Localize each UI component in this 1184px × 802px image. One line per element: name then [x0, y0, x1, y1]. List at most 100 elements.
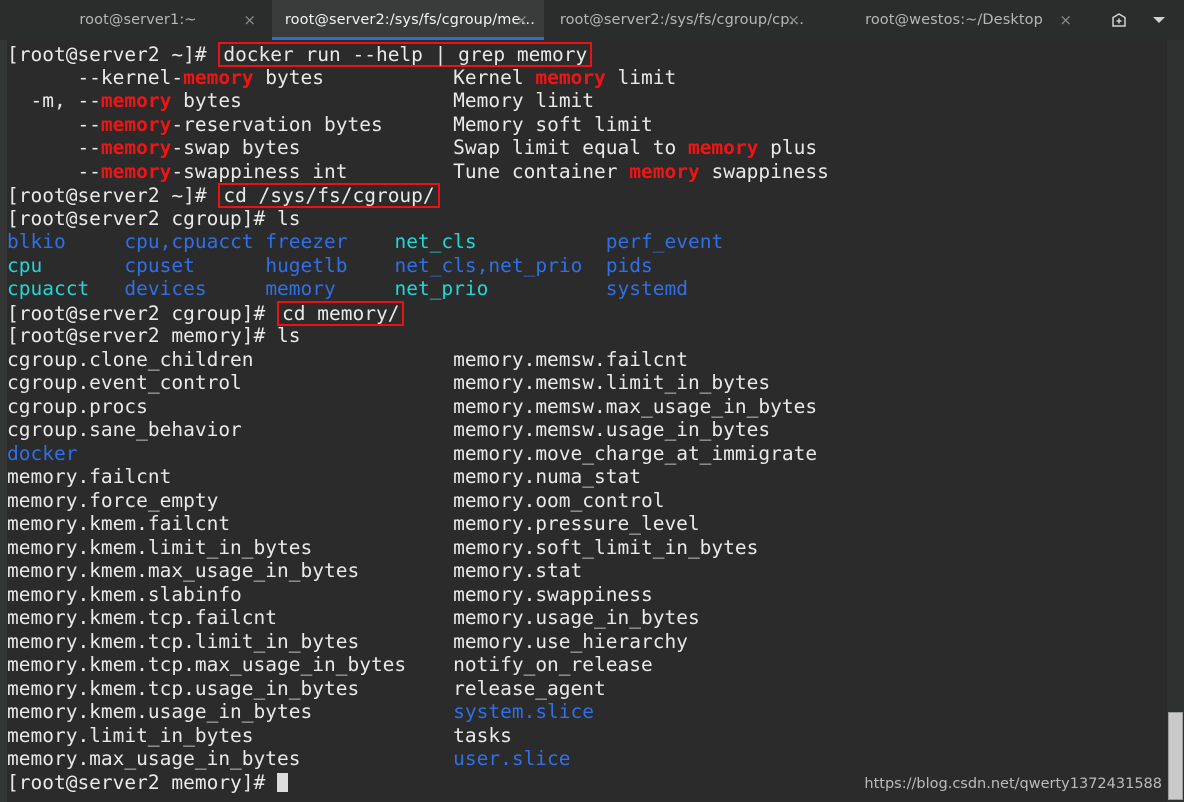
new-tab-icon[interactable]	[1108, 9, 1130, 31]
ls-entry: memory.kmem.tcp.usage_in_bytes	[7, 676, 360, 700]
memory-listing: cgroup.clone_children memory.memsw.failc…	[7, 348, 1167, 771]
close-icon[interactable]: ×	[243, 12, 256, 28]
grep-output-line: -m, --memory bytes Memory limit	[7, 89, 1167, 113]
memory-listing-row: memory.kmem.usage_in_bytes system.slice	[7, 700, 1167, 724]
shell-prompt: [root@server2 cgroup]#	[7, 301, 278, 325]
grep-match: memory	[629, 159, 700, 183]
tab-label: root@westos:~/Desktop	[865, 12, 1043, 28]
column-gap	[312, 700, 453, 723]
grep-match: memory	[100, 89, 172, 112]
terminal-text-area[interactable]: [root@server2 ~]# docker run --help | gr…	[7, 40, 1167, 802]
grep-output-line: --memory-reservation bytes Memory soft l…	[7, 113, 1167, 137]
ls-entry: memory.use_hierarchy	[453, 629, 688, 653]
ls-entry: system.slice	[453, 700, 595, 723]
tab-label: root@server2:/sys/fs/cgroup/me…	[284, 12, 536, 28]
grep-line-right: Memory soft limit	[453, 112, 653, 136]
tab-0[interactable]: root@server1:~ ×	[0, 0, 272, 40]
memory-listing-row: docker memory.move_charge_at_immigrate	[7, 442, 1167, 466]
memory-listing-row: memory.kmem.failcnt memory.pressure_leve…	[7, 512, 1167, 536]
ls-entry: memory.memsw.failcnt	[453, 347, 688, 371]
grep-line-left: --	[7, 112, 101, 136]
tab-2[interactable]: root@server2:/sys/fs/cgroup/cp… ×	[544, 0, 816, 40]
command-line-cd-memory: [root@server2 cgroup]# cd memory/	[7, 300, 1167, 326]
grep-line-left-tail: -swappiness int	[171, 159, 348, 183]
ls-entry: net_cls	[394, 230, 477, 253]
column-gap	[66, 230, 125, 253]
column-gap	[359, 559, 453, 582]
scrollbar-track[interactable]	[1167, 40, 1184, 802]
ls-entry: cgroup.procs	[7, 394, 148, 418]
cgroup-listing-row: blkio cpu,cpuacct freezer net_cls perf_e…	[7, 230, 1167, 254]
memory-listing-row: memory.limit_in_bytes tasks	[7, 724, 1167, 748]
tab-1[interactable]: root@server2:/sys/fs/cgroup/me… ×	[272, 0, 544, 40]
ls-entry: memory.numa_stat	[453, 465, 641, 488]
ls-entry: memory.memsw.usage_in_bytes	[453, 418, 771, 441]
grep-line-left: --	[7, 159, 101, 183]
memory-listing-row: memory.kmem.tcp.max_usage_in_bytes notif…	[7, 653, 1167, 677]
ls-entry: memory.max_usage_in_bytes	[7, 747, 301, 770]
grep-line-left: -m, --	[7, 89, 101, 112]
cgroup-listing-row: cpuacct devices memory net_prio systemd	[7, 277, 1167, 301]
shell-prompt: [root@server2 cgroup]#	[7, 206, 278, 230]
ls-entry: memory.kmem.tcp.max_usage_in_bytes	[7, 653, 407, 676]
grep-line-right: Kernel	[453, 65, 536, 89]
column-gap	[406, 653, 453, 676]
close-icon[interactable]: ×	[515, 12, 528, 28]
tab-3[interactable]: root@westos:~/Desktop ×	[816, 0, 1088, 40]
shell-prompt: [root@server2 memory]#	[7, 770, 278, 794]
column-gap	[230, 512, 453, 535]
column-gap	[336, 277, 395, 300]
tab-label: root@server2:/sys/fs/cgroup/cp…	[559, 12, 805, 28]
column-gap	[242, 371, 453, 394]
tabbar-actions	[1102, 0, 1184, 40]
memory-listing-row: memory.kmem.slabinfo memory.swappiness	[7, 583, 1167, 607]
close-icon[interactable]: ×	[1059, 12, 1072, 28]
column-gap	[195, 254, 265, 277]
memory-listing-row: cgroup.sane_behavior memory.memsw.usage_…	[7, 418, 1167, 442]
ls-entry: hugetlb	[265, 253, 348, 277]
memory-listing-row: memory.kmem.tcp.usage_in_bytes release_a…	[7, 677, 1167, 701]
ls-entry: memory.kmem.max_usage_in_bytes	[7, 559, 360, 582]
ls-entry: systemd	[605, 277, 688, 300]
chevron-down-icon[interactable]	[1148, 9, 1170, 31]
column-gap	[254, 230, 266, 253]
ls-entry: cgroup.sane_behavior	[7, 418, 242, 441]
grep-line-left-tail: -reservation bytes	[171, 112, 383, 136]
column-gap	[348, 254, 395, 277]
column-gap	[42, 254, 124, 277]
memory-listing-row: cgroup.clone_children memory.memsw.failc…	[7, 348, 1167, 372]
terminal-screen[interactable]: [root@server2 ~]# docker run --help | gr…	[0, 40, 1184, 802]
grep-line-left-tail: bytes	[171, 89, 242, 112]
shell-prompt: [root@server2 ~]#	[7, 43, 219, 66]
command-line-ls-memory: [root@server2 memory]# ls	[7, 324, 1167, 348]
shell-prompt: [root@server2 ~]#	[7, 184, 219, 207]
ls-entry: memory.swappiness	[453, 582, 653, 606]
terminal-window: root@server1:~ × root@server2:/sys/fs/cgro…	[0, 0, 1184, 802]
typed-command-cd-memory: cd memory/	[277, 300, 405, 326]
tabbar-spacer	[1088, 0, 1102, 40]
ls-entry: memory.memsw.max_usage_in_bytes	[453, 394, 818, 418]
column-gap	[347, 230, 394, 253]
column-gap	[254, 348, 454, 371]
tab-bar: root@server1:~ × root@server2:/sys/fs/cgro…	[0, 0, 1184, 40]
column-gap	[359, 630, 453, 653]
ls-entry: memory.force_empty	[7, 488, 219, 512]
ls-entry: net_prio	[394, 277, 489, 300]
ls-entry: user.slice	[453, 747, 571, 770]
cgroup-listing-row: cpu cpuset hugetlb net_cls,net_prio pids	[7, 254, 1167, 278]
memory-listing-row: memory.force_empty memory.oom_control	[7, 489, 1167, 513]
grep-match: memory	[100, 112, 172, 136]
text-cursor	[277, 772, 289, 792]
column-gap	[301, 136, 454, 159]
column-gap	[488, 277, 605, 300]
ls-entry: pids	[605, 253, 653, 277]
close-icon[interactable]: ×	[787, 12, 800, 28]
ls-entry: tasks	[453, 723, 512, 747]
memory-listing-row: memory.kmem.limit_in_bytes memory.soft_l…	[7, 536, 1167, 560]
scrollbar-thumb[interactable]	[1168, 712, 1183, 800]
ls-entry: cpuset	[124, 253, 195, 277]
grep-line-right: Memory limit	[453, 89, 595, 112]
command-line-cd-cgroup: [root@server2 ~]# cd /sys/fs/cgroup/	[7, 183, 1167, 208]
ls-entry: net_cls,net_prio	[394, 253, 583, 277]
memory-listing-row: memory.kmem.tcp.failcnt memory.usage_in_…	[7, 606, 1167, 630]
